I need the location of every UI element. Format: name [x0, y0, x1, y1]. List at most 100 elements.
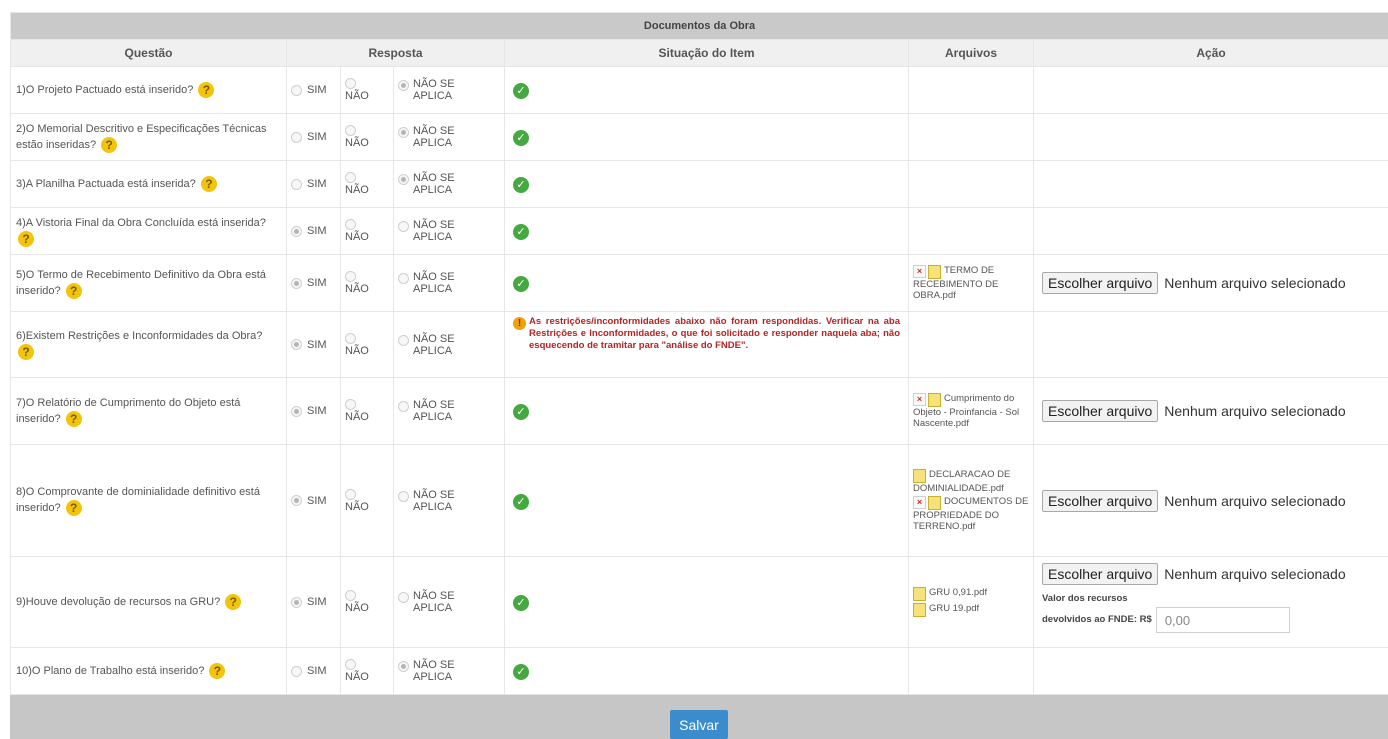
answer-sim-radio[interactable]: SIM — [291, 495, 336, 507]
delete-file-icon[interactable]: × — [913, 265, 926, 278]
question-text: 4)A Vistoria Final da Obra Concluída est… — [16, 217, 266, 229]
question-help-icon[interactable]: ? — [66, 411, 82, 427]
file-upload: Escolher arquivo Nenhum arquivo selecion… — [1042, 490, 1384, 512]
question-help-icon[interactable]: ? — [101, 137, 117, 153]
answer-na-radio[interactable]: NÃO SEAPLICA — [398, 333, 500, 357]
action-cell — [1034, 67, 1388, 114]
answer-sim-radio[interactable]: SIM — [291, 665, 336, 677]
file-upload: Escolher arquivo Nenhum arquivo selecion… — [1042, 400, 1384, 422]
document-icon — [913, 587, 926, 601]
files-cell: GRU 0,91.pdf GRU 19.pdf — [909, 557, 1034, 648]
files-cell: DECLARACAO DE DOMINIALIDADE.pdf ×DOCUMEN… — [909, 445, 1034, 557]
question-cell: 8)O Comprovante de dominialidade definit… — [11, 445, 287, 557]
delete-file-icon[interactable]: × — [913, 496, 926, 509]
answer-na-radio[interactable]: NÃO SEAPLICA — [398, 78, 500, 102]
files-cell — [909, 161, 1034, 208]
answer-na-radio[interactable]: NÃO SEAPLICA — [398, 590, 500, 614]
answer-nao-radio[interactable]: NÃO — [345, 489, 389, 513]
choose-file-button[interactable]: Escolher arquivo — [1042, 563, 1158, 585]
table-row: 9)Houve devolução de recursos na GRU? ? … — [11, 557, 1388, 648]
answer-nao-radio[interactable]: NÃO — [345, 172, 389, 196]
answer-sim-radio[interactable]: SIM — [291, 596, 336, 608]
question-help-icon[interactable]: ? — [209, 663, 225, 679]
choose-file-button[interactable]: Escolher arquivo — [1042, 400, 1158, 422]
answer-na-radio[interactable]: NÃO SEAPLICA — [398, 172, 500, 196]
question-cell: 7)O Relatório de Cumprimento do Objeto e… — [11, 378, 287, 445]
table-row: 6)Existem Restrições e Inconformidades d… — [11, 312, 1388, 378]
question-cell: 9)Houve devolução de recursos na GRU? ? — [11, 557, 287, 648]
document-icon — [913, 603, 926, 617]
no-file-text: Nenhum arquivo selecionado — [1164, 403, 1345, 419]
check-circle-icon: ✓ — [513, 130, 529, 146]
answer-nao-radio[interactable]: NÃO — [345, 659, 389, 683]
question-text: 9)Houve devolução de recursos na GRU? — [16, 596, 220, 608]
answer-sim-radio[interactable]: SIM — [291, 131, 336, 143]
table-row: 7)O Relatório de Cumprimento do Objeto e… — [11, 378, 1388, 445]
answer-nao-radio[interactable]: NÃO — [345, 125, 389, 149]
answer-nao-radio[interactable]: NÃO — [345, 333, 389, 357]
action-cell — [1034, 161, 1388, 208]
check-circle-icon: ✓ — [513, 83, 529, 99]
file-link[interactable]: GRU 19.pdf — [929, 603, 979, 614]
answer-sim-radio[interactable]: SIM — [291, 178, 336, 190]
file-entry: DECLARACAO DE DOMINIALIDADE.pdf — [913, 469, 1029, 494]
answer-sim-radio[interactable]: SIM — [291, 84, 336, 96]
question-help-icon[interactable]: ? — [18, 344, 34, 360]
file-upload: Escolher arquivo Nenhum arquivo selecion… — [1042, 272, 1384, 294]
question-help-icon[interactable]: ? — [225, 594, 241, 610]
answer-na-radio[interactable]: NÃO SEAPLICA — [398, 125, 500, 149]
question-help-icon[interactable]: ? — [201, 176, 217, 192]
action-cell: Escolher arquivo Nenhum arquivo selecion… — [1034, 378, 1388, 445]
document-icon — [928, 265, 941, 279]
form-footer: Salvar — [10, 695, 1388, 739]
answer-nao-radio[interactable]: NÃO — [345, 399, 389, 423]
file-entry: ×DOCUMENTOS DE PROPRIEDADE DO TERRENO.pd… — [913, 496, 1029, 532]
action-cell — [1034, 648, 1388, 695]
question-help-icon[interactable]: ? — [18, 231, 34, 247]
answer-sim-radio[interactable]: SIM — [291, 339, 336, 351]
answer-sim-radio[interactable]: SIM — [291, 277, 336, 289]
file-link[interactable]: DECLARACAO DE DOMINIALIDADE.pdf — [913, 469, 1010, 494]
table-row: 8)O Comprovante de dominialidade definit… — [11, 445, 1388, 557]
question-cell: 6)Existem Restrições e Inconformidades d… — [11, 312, 287, 378]
question-text: 8)O Comprovante de dominialidade definit… — [16, 486, 260, 514]
warning-message: ! As restrições/inconformidades abaixo n… — [513, 316, 900, 352]
check-circle-icon: ✓ — [513, 224, 529, 240]
answer-na-radio[interactable]: NÃO SEAPLICA — [398, 659, 500, 683]
document-icon — [928, 496, 941, 510]
question-help-icon[interactable]: ? — [198, 82, 214, 98]
files-cell — [909, 312, 1034, 378]
save-button[interactable]: Salvar — [670, 710, 728, 739]
valor-devolvido-input[interactable] — [1156, 607, 1290, 633]
answer-na-radio[interactable]: NÃO SEAPLICA — [398, 489, 500, 513]
choose-file-button[interactable]: Escolher arquivo — [1042, 490, 1158, 512]
question-help-icon[interactable]: ? — [66, 283, 82, 299]
answer-nao-radio[interactable]: NÃO — [345, 78, 389, 102]
answer-nao-radio[interactable]: NÃO — [345, 590, 389, 614]
document-icon — [928, 393, 941, 407]
answer-nao-radio[interactable]: NÃO — [345, 271, 389, 295]
answer-na-radio[interactable]: NÃO SEAPLICA — [398, 219, 500, 243]
file-entry: ×Cumprimento do Objeto - Proinfancia - S… — [913, 393, 1029, 429]
header-arquivos: Arquivos — [909, 40, 1034, 67]
choose-file-button[interactable]: Escolher arquivo — [1042, 272, 1158, 294]
question-text: 7)O Relatório de Cumprimento do Objeto e… — [16, 397, 240, 425]
warning-text: As restrições/inconformidades abaixo não… — [529, 316, 900, 352]
answer-na-radio[interactable]: NÃO SEAPLICA — [398, 399, 500, 423]
action-cell: Escolher arquivo Nenhum arquivo selecion… — [1034, 557, 1388, 648]
delete-file-icon[interactable]: × — [913, 393, 926, 406]
answer-sim-radio[interactable]: SIM — [291, 405, 336, 417]
documentos-obra-panel: Documentos da Obra Questão Resposta Situ… — [10, 12, 1388, 695]
question-help-icon[interactable]: ? — [66, 500, 82, 516]
answer-nao-radio[interactable]: NÃO — [345, 219, 389, 243]
file-link[interactable]: GRU 0,91.pdf — [929, 587, 987, 598]
action-cell: Escolher arquivo Nenhum arquivo selecion… — [1034, 255, 1388, 312]
files-cell: ×Cumprimento do Objeto - Proinfancia - S… — [909, 378, 1034, 445]
check-circle-icon: ✓ — [513, 177, 529, 193]
question-cell: 2)O Memorial Descritivo e Especificações… — [11, 114, 287, 161]
no-file-text: Nenhum arquivo selecionado — [1164, 493, 1345, 509]
answer-sim-radio[interactable]: SIM — [291, 225, 336, 237]
files-cell — [909, 648, 1034, 695]
documents-table: Documentos da Obra Questão Resposta Situ… — [10, 12, 1388, 695]
answer-na-radio[interactable]: NÃO SEAPLICA — [398, 271, 500, 295]
